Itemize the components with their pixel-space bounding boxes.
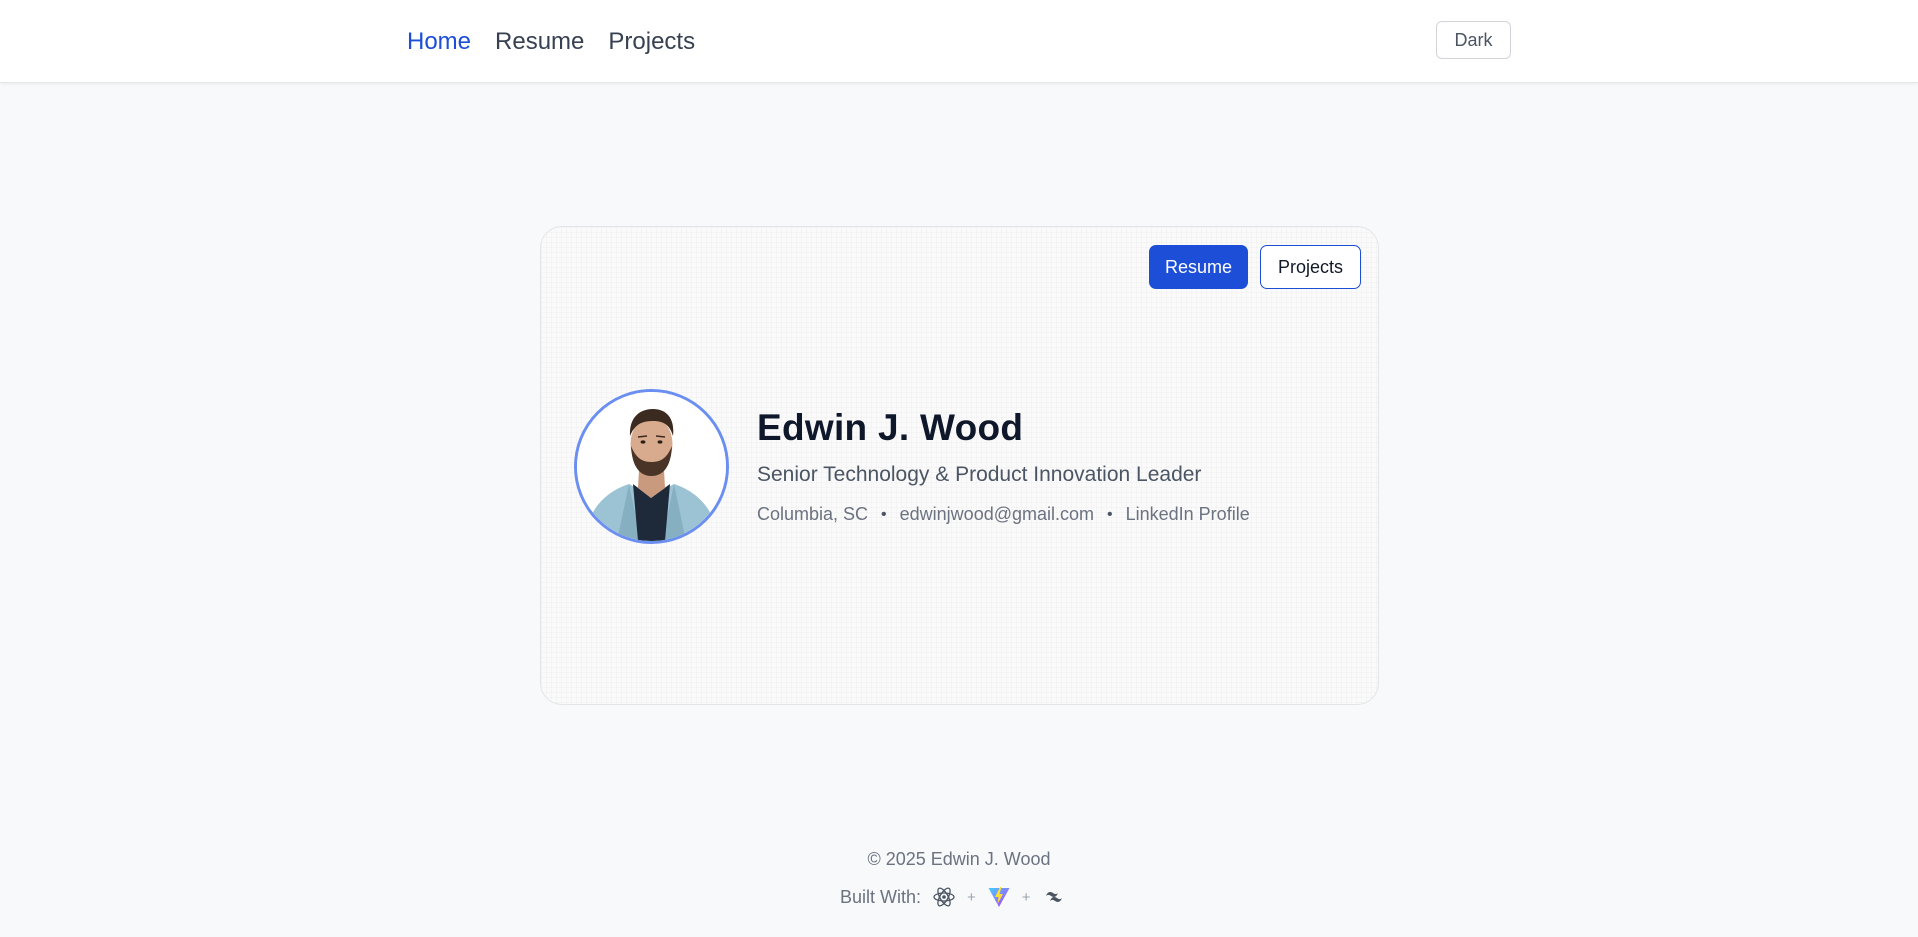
plus-separator: + [967, 888, 976, 906]
profile-card: Resume Projects Edwin J. Wood Senior Tec… [540, 226, 1379, 705]
profile-photo [577, 392, 726, 541]
nav-link-resume[interactable]: Resume [495, 25, 584, 59]
vite-icon [986, 884, 1012, 910]
profile-name: Edwin J. Wood [757, 407, 1024, 448]
separator-dot: • [881, 505, 887, 523]
email-link[interactable]: edwinjwood@gmail.com [900, 504, 1094, 525]
profile-title: Senior Technology & Product Innovation L… [757, 463, 1202, 486]
built-with: Built With: + + [840, 884, 1067, 910]
projects-button[interactable]: Projects [1260, 245, 1361, 289]
linkedin-link[interactable]: LinkedIn Profile [1126, 504, 1250, 525]
main-nav: Home Resume Projects [407, 25, 695, 59]
dark-mode-toggle-button[interactable]: Dark [1436, 21, 1511, 59]
built-with-label: Built With: [840, 886, 922, 907]
tailwind-icon [1041, 884, 1067, 910]
plus-separator: + [1021, 888, 1031, 906]
location-text: Columbia, SC [757, 504, 869, 524]
nav-link-projects[interactable]: Projects [608, 25, 695, 59]
nav-link-home[interactable]: Home [407, 25, 471, 59]
react-icon [931, 884, 957, 910]
resume-button[interactable]: Resume [1149, 245, 1248, 289]
separator-dot: • [1107, 505, 1113, 523]
copyright-text: © 2025 Edwin J. Wood [867, 849, 1051, 869]
top-navbar: Home Resume Projects Dark [0, 0, 1918, 83]
contact-info: Columbia, SC • edwinjwood@gmail.com • Li… [757, 504, 1250, 525]
avatar [574, 389, 729, 544]
